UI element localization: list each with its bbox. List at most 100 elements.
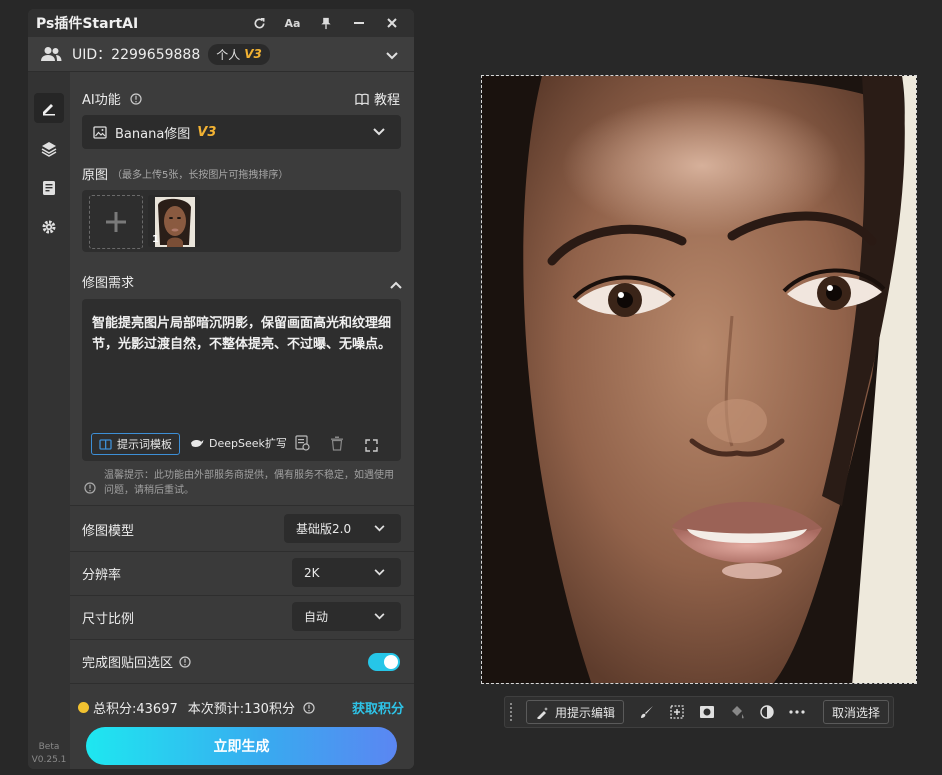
source-hint: （最多上传5张，长按图片可拖拽排序）	[112, 170, 289, 181]
estimated-credits: 本次预计:130积分	[187, 702, 295, 717]
brush-icon[interactable]	[632, 701, 662, 723]
resolution-dropdown[interactable]: 2K	[292, 558, 401, 587]
document-icon[interactable]	[34, 173, 64, 203]
source-thumbnail[interactable]: 1	[148, 195, 200, 247]
trash-icon[interactable]	[330, 436, 344, 455]
title-bar: Ps插件StartAI Aa	[28, 9, 414, 37]
request-label: 修图需求	[82, 276, 135, 291]
account-bar: UID：2299659888 个人 V3	[28, 37, 414, 72]
resolution-row: 分辨率 2K	[70, 552, 414, 596]
template-icon	[99, 438, 112, 450]
fill-bucket-icon[interactable]	[722, 701, 752, 723]
model-value: 基础版2.0	[296, 522, 352, 536]
info-icon[interactable]	[179, 655, 191, 668]
source-label: 原图	[82, 168, 109, 183]
edit-request-section: 修图需求 智能提亮图片局部暗沉阴影，保留画面高光和纹理细节，光影过渡自然，不整体…	[70, 260, 414, 506]
paste-back-toggle[interactable]	[368, 652, 400, 671]
minimize-icon[interactable]	[342, 9, 375, 37]
history-icon[interactable]	[294, 435, 310, 455]
toggle-knob	[384, 654, 398, 669]
prompt-template-button[interactable]: 提示词模板	[91, 433, 180, 455]
font-size-icon[interactable]: Aa	[276, 9, 309, 37]
deselect-button[interactable]: 取消选择	[822, 700, 889, 724]
expand-icon[interactable]	[365, 437, 378, 456]
tutorial-link[interactable]: 教程	[355, 89, 400, 108]
transform-selection-icon[interactable]	[662, 701, 692, 723]
thumbnail-index: 1	[152, 234, 159, 245]
model-label: 修图模型	[82, 524, 135, 539]
account-badge: 个人 V3	[208, 43, 270, 65]
prompt-textarea[interactable]: 智能提亮图片局部暗沉阴影，保留画面高光和纹理细节，光影过渡自然，不整体提亮、不过…	[82, 299, 401, 461]
model-row: 修图模型 基础版2.0	[70, 508, 414, 552]
main-content: AI功能 教程 Banana修图 V3 原图 （最多上传5张，长按图片可拖拽排序…	[70, 72, 414, 769]
chevron-down-icon[interactable]	[386, 45, 398, 64]
feature-name: Banana修图	[115, 126, 191, 142]
ratio-label: 尺寸比例	[82, 612, 135, 627]
refresh-icon[interactable]	[243, 9, 276, 37]
edit-with-prompt-label: 用提示编辑	[555, 705, 616, 720]
service-notice: 温馨提示：此功能由外部服务商提供，偶有服务不稳定，如遇使用问题，请稍后重试。	[104, 470, 394, 496]
get-points-link[interactable]: 获取积分	[352, 698, 404, 717]
tutorial-label: 教程	[374, 93, 401, 108]
resolution-value: 2K	[304, 565, 320, 580]
ratio-value: 自动	[304, 610, 329, 624]
adjustment-icon[interactable]	[752, 701, 782, 723]
contextual-task-bar: 用提示编辑 取消选择	[504, 696, 894, 728]
panel-footer: 总积分:43697 本次预计:130积分 获取积分 立即生成	[70, 684, 414, 769]
deepseek-expand-button[interactable]: DeepSeek扩写	[190, 433, 287, 453]
image-icon	[93, 125, 107, 139]
aspect-ratio-row: 尺寸比例 自动	[70, 596, 414, 640]
plus-icon	[106, 212, 126, 232]
paste-back-label: 完成图贴回选区	[82, 656, 174, 671]
add-image-button[interactable]	[89, 195, 143, 249]
feature-version: V3	[197, 124, 217, 140]
panel-title: Ps插件StartAI	[36, 16, 139, 32]
credits-info: 总积分:43697 本次预计:130积分	[78, 698, 315, 717]
account-version: V3	[244, 47, 262, 61]
ai-feature-label: AI功能	[82, 93, 121, 108]
paste-back-row: 完成图贴回选区	[70, 640, 414, 684]
sidebar: Beta V0.25.1	[28, 72, 70, 769]
source-image-section: 原图 （最多上传5张，长按图片可拖拽排序） 1	[70, 156, 414, 261]
info-icon[interactable]	[130, 90, 142, 109]
chevron-up-icon[interactable]	[390, 274, 402, 293]
users-icon	[40, 46, 62, 62]
edit-pen-icon[interactable]	[34, 93, 64, 123]
notice-info-icon	[84, 479, 96, 498]
total-credits: 总积分:43697	[93, 702, 178, 717]
portrait-photo	[482, 76, 916, 683]
more-options-icon[interactable]	[782, 701, 812, 723]
model-dropdown[interactable]: 基础版2.0	[284, 514, 401, 543]
layers-icon[interactable]	[34, 134, 64, 164]
startai-panel: Ps插件StartAI Aa UID：2299659888 个人 V3 Beta…	[28, 9, 414, 769]
template-label: 提示词模板	[117, 438, 172, 451]
version-number: V0.25.1	[31, 755, 67, 765]
coin-icon	[78, 702, 89, 713]
deepseek-label: DeepSeek扩写	[209, 437, 287, 450]
gear-icon[interactable]	[34, 212, 64, 242]
close-icon[interactable]	[375, 9, 408, 37]
generate-button[interactable]: 立即生成	[86, 727, 397, 765]
ai-feature-dropdown[interactable]: Banana修图 V3	[82, 115, 401, 149]
resolution-label: 分辨率	[82, 568, 122, 583]
deepseek-whale-icon	[191, 439, 204, 447]
chevron-down-icon	[374, 613, 385, 620]
chevron-down-icon	[374, 525, 385, 532]
edit-with-prompt-button[interactable]: 用提示编辑	[526, 700, 625, 724]
drag-handle[interactable]	[510, 703, 516, 721]
account-type: 个人	[216, 47, 241, 62]
info-icon[interactable]	[303, 701, 315, 714]
book-icon	[355, 93, 369, 105]
pin-icon[interactable]	[309, 9, 342, 37]
ai-feature-section: AI功能 教程 Banana修图 V3	[70, 72, 414, 157]
ratio-dropdown[interactable]: 自动	[292, 602, 401, 631]
chevron-down-icon	[373, 128, 385, 136]
prompt-text[interactable]: 智能提亮图片局部暗沉阴影，保留画面高光和纹理细节，光影过渡自然，不整体提亮、不过…	[92, 313, 392, 355]
chevron-down-icon	[374, 569, 385, 576]
document-canvas-selection[interactable]	[481, 75, 917, 684]
mask-icon[interactable]	[692, 701, 722, 723]
magic-wand-icon	[537, 706, 548, 719]
uid-text: UID：2299659888	[72, 47, 201, 63]
image-upload-area: 1	[82, 190, 401, 252]
beta-tag: Beta	[38, 742, 60, 752]
